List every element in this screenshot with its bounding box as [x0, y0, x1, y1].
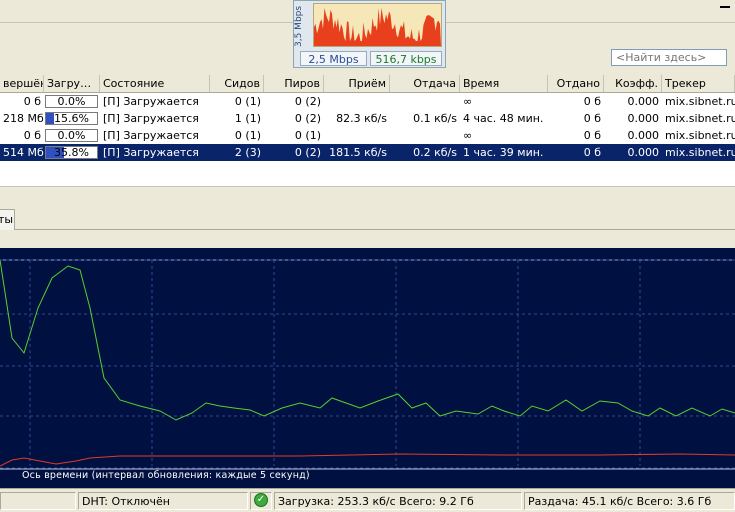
cell-peers: 0 (1) [294, 129, 321, 142]
speed-bars-area [314, 7, 441, 46]
time-axis-label: Ось времени (интервал обновления: каждые… [22, 470, 310, 481]
cell-done: 218 Мб [3, 112, 44, 125]
column-header-uploaded[interactable]: Отдано [548, 75, 604, 92]
table-row[interactable]: 0 б 0.0% [П] Загружается 0 (1) 0 (1) ∞ 0… [0, 127, 735, 144]
cell-ratio: 0.000 [627, 129, 660, 142]
speed-history-graph [0, 259, 735, 470]
progress-bar: 0.0% [45, 129, 98, 142]
pane-splitter[interactable] [0, 186, 735, 208]
dht-status: DHT: Отключён [78, 492, 248, 510]
cell-tracker: mix.sibnet.ru [665, 95, 735, 108]
cell-done: 0 б [23, 129, 41, 142]
cell-peers: 0 (2) [294, 112, 321, 125]
cell-seeds: 0 (1) [234, 129, 261, 142]
cell-eta: 4 час. 48 мин. [463, 112, 544, 125]
column-header-down-speed[interactable]: Приём [324, 75, 390, 92]
speed-widget[interactable]: 3,5 Mbps 2,5 Mbps 516,7 kbps [293, 0, 446, 68]
table-row[interactable]: 0 б 0.0% [П] Загружается 0 (1) 0 (2) ∞ 0… [0, 93, 735, 110]
column-header-progress[interactable]: Загру… [44, 75, 100, 92]
column-header-done[interactable]: вершён [0, 75, 44, 92]
download-speed-label: 2,5 Mbps [300, 51, 367, 66]
cell-uploaded: 0 б [583, 95, 601, 108]
cell-ratio: 0.000 [627, 146, 660, 159]
column-header-tracker[interactable]: Трекер [662, 75, 735, 92]
cell-up-speed: 0.1 кб/s [413, 112, 457, 125]
progress-text: 35.8% [54, 146, 89, 159]
cell-uploaded: 0 б [583, 146, 601, 159]
cell-ratio: 0.000 [627, 112, 660, 125]
upload-speed-label: 516,7 kbps [370, 51, 442, 66]
cell-tracker: mix.sibnet.ru [665, 112, 735, 125]
download-trace [0, 259, 735, 421]
progress-bar: 0.0% [45, 95, 98, 108]
speed-bars [314, 7, 441, 46]
cell-state: [П] Загружается [103, 129, 199, 142]
cell-seeds: 0 (1) [234, 95, 261, 108]
upload-trace [0, 453, 735, 467]
cell-seeds: 2 (3) [234, 146, 261, 159]
column-header-up-speed[interactable]: Отдача [390, 75, 460, 92]
column-header-peers[interactable]: Пиров [264, 75, 324, 92]
tab-graphs[interactable]: ты [0, 209, 15, 230]
cell-ratio: 0.000 [627, 95, 660, 108]
cell-down-speed: 181.5 кб/s [329, 146, 387, 159]
progress-bar: 35.8% [45, 146, 98, 159]
search-input[interactable] [611, 49, 727, 66]
cell-up-speed: 0.2 кб/s [413, 146, 457, 159]
cell-down-speed [324, 127, 390, 144]
cell-done: 0 б [23, 95, 41, 108]
status-cell-empty [0, 492, 76, 510]
progress-bar: 15.6% [45, 112, 98, 125]
cell-up-speed [390, 93, 460, 110]
cell-state: [П] Загружается [103, 95, 199, 108]
cell-uploaded: 0 б [583, 112, 601, 125]
cell-done: 514 Мб [3, 146, 44, 159]
progress-fill [46, 113, 54, 124]
column-header-ratio[interactable]: Коэфф. [604, 75, 662, 92]
cell-peers: 0 (2) [294, 146, 321, 159]
network-ok-icon: ✓ [254, 493, 268, 507]
details-tab-strip: ты [0, 208, 735, 230]
cell-eta: ∞ [463, 95, 473, 108]
progress-text: 15.6% [54, 112, 89, 125]
column-header-eta[interactable]: Время [460, 75, 548, 92]
cell-tracker: mix.sibnet.ru [665, 146, 735, 159]
speed-graph-canvas [0, 248, 735, 488]
cell-up-speed [390, 127, 460, 144]
cell-down-speed [324, 93, 390, 110]
table-row[interactable]: 218 Мб 15.6% [П] Загружается 1 (1) 0 (2)… [0, 110, 735, 127]
status-bar: DHT: Отключён ✓ Загрузка: 253.3 кб/с Все… [0, 488, 735, 512]
graph-panel [0, 230, 735, 488]
cell-eta: ∞ [463, 129, 473, 142]
cell-state: [П] Загружается [103, 146, 199, 159]
cell-down-speed: 82.3 кб/s [336, 112, 387, 125]
upload-status: Раздача: 45.1 кб/с Всего: 3.6 Гб [524, 492, 735, 510]
torrent-table: вершён Загру… Состояние Сидов Пиров Приё… [0, 75, 735, 186]
column-header-state[interactable]: Состояние [100, 75, 210, 92]
progress-text: 0.0% [57, 129, 86, 142]
cell-eta: 1 час. 39 мин. [463, 146, 544, 159]
speed-axis-label: 3,5 Mbps [294, 5, 304, 47]
cell-state: [П] Загружается [103, 112, 199, 125]
cell-uploaded: 0 б [583, 129, 601, 142]
column-header-seeds[interactable]: Сидов [210, 75, 264, 92]
table-row-selected[interactable]: 514 Мб 35.8% [П] Загружается 2 (3) 0 (2)… [0, 144, 735, 161]
download-status: Загрузка: 253.3 кб/с Всего: 9.2 Гб [274, 492, 522, 510]
speed-graph [313, 3, 442, 47]
cell-tracker: mix.sibnet.ru [665, 129, 735, 142]
tab-graphs-label: ты [0, 213, 14, 226]
cell-seeds: 1 (1) [234, 112, 261, 125]
cell-peers: 0 (2) [294, 95, 321, 108]
minimize-icon[interactable] [720, 6, 730, 8]
table-header: вершён Загру… Состояние Сидов Пиров Приё… [0, 75, 735, 93]
progress-text: 0.0% [57, 95, 86, 108]
